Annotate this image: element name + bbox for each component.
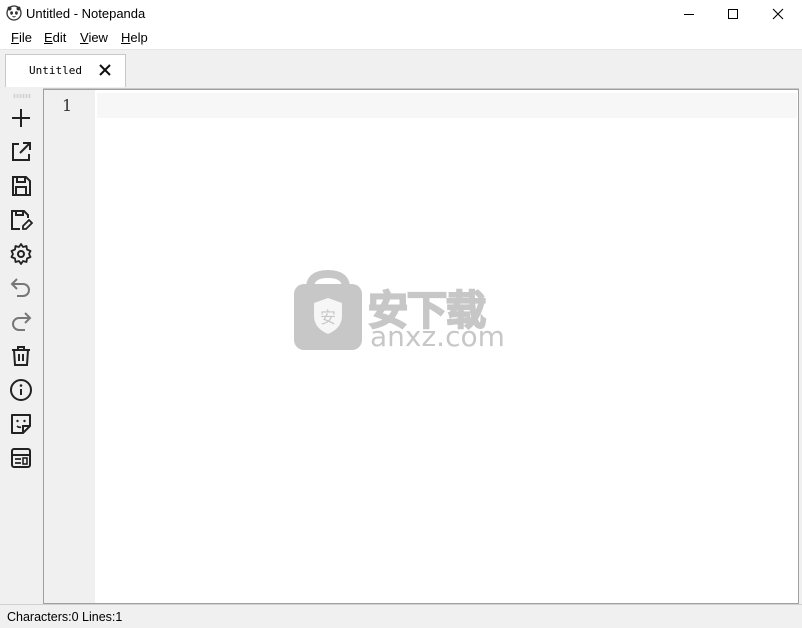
minimize-button[interactable] [666,0,712,27]
window-title: Untitled - Notepanda [26,6,146,21]
layout-icon [11,448,31,468]
undo-icon [10,278,30,297]
current-line-highlight [97,93,797,118]
close-icon [772,8,784,19]
menu-view-rest: iew [88,30,108,45]
line-number: 1 [62,96,73,115]
status-bar: Characters:0 Lines:1 [0,604,802,628]
menu-help[interactable]: Help [121,30,148,45]
new-file-icon [12,109,30,127]
close-tab-icon[interactable] [98,63,112,77]
tab-untitled[interactable]: Untitled [5,54,126,87]
settings-button[interactable] [8,241,34,267]
menu-file-rest: ile [18,30,32,45]
menu-edit-mnemonic: E [44,30,53,45]
tab-label: Untitled [29,64,82,77]
side-toolbar [0,88,43,604]
menu-bar: File Edit View Help [0,27,802,50]
info-icon [10,379,32,401]
shield-logo-icon: 安 [294,270,362,350]
about-button[interactable] [8,377,34,403]
title-bar: Untitled - Notepanda [0,0,802,27]
sticky-note-icon [11,414,31,434]
minimize-icon [684,13,694,15]
new-file-button[interactable] [8,105,34,131]
save-as-icon [11,210,33,230]
menu-help-mnemonic: H [121,30,131,45]
shield-char: 安 [320,308,336,327]
save-button[interactable] [8,173,34,199]
save-icon [12,176,31,196]
maximize-button[interactable] [710,0,756,27]
watermark-en: anxz.com [370,320,505,353]
panda-app-icon [6,5,22,21]
save-as-button[interactable] [8,207,34,233]
close-window-button[interactable] [755,0,801,27]
tab-bar: Untitled [0,50,802,89]
anxz-watermark: 安 安下载 anxz.com [292,270,512,354]
open-file-icon [12,142,31,161]
menu-help-rest: elp [130,30,148,45]
maximize-icon [728,8,738,19]
toolbar-grip[interactable] [13,94,31,98]
delete-icon [12,346,30,366]
menu-view[interactable]: View [80,30,108,45]
delete-button[interactable] [8,343,34,369]
layout-button[interactable] [8,445,34,471]
menu-file[interactable]: File [11,30,32,45]
settings-icon [10,243,32,265]
redo-icon [12,312,32,331]
menu-edit-rest: dit [52,30,67,45]
menu-file-mnemonic: F [11,30,19,45]
open-file-button[interactable] [8,139,34,165]
undo-button[interactable] [8,275,34,301]
sticky-note-button[interactable] [8,411,34,437]
status-text: Characters:0 Lines:1 [7,610,123,624]
line-number-gutter: 1 [44,90,95,603]
menu-edit[interactable]: Edit [44,30,66,45]
redo-button[interactable] [8,309,34,335]
